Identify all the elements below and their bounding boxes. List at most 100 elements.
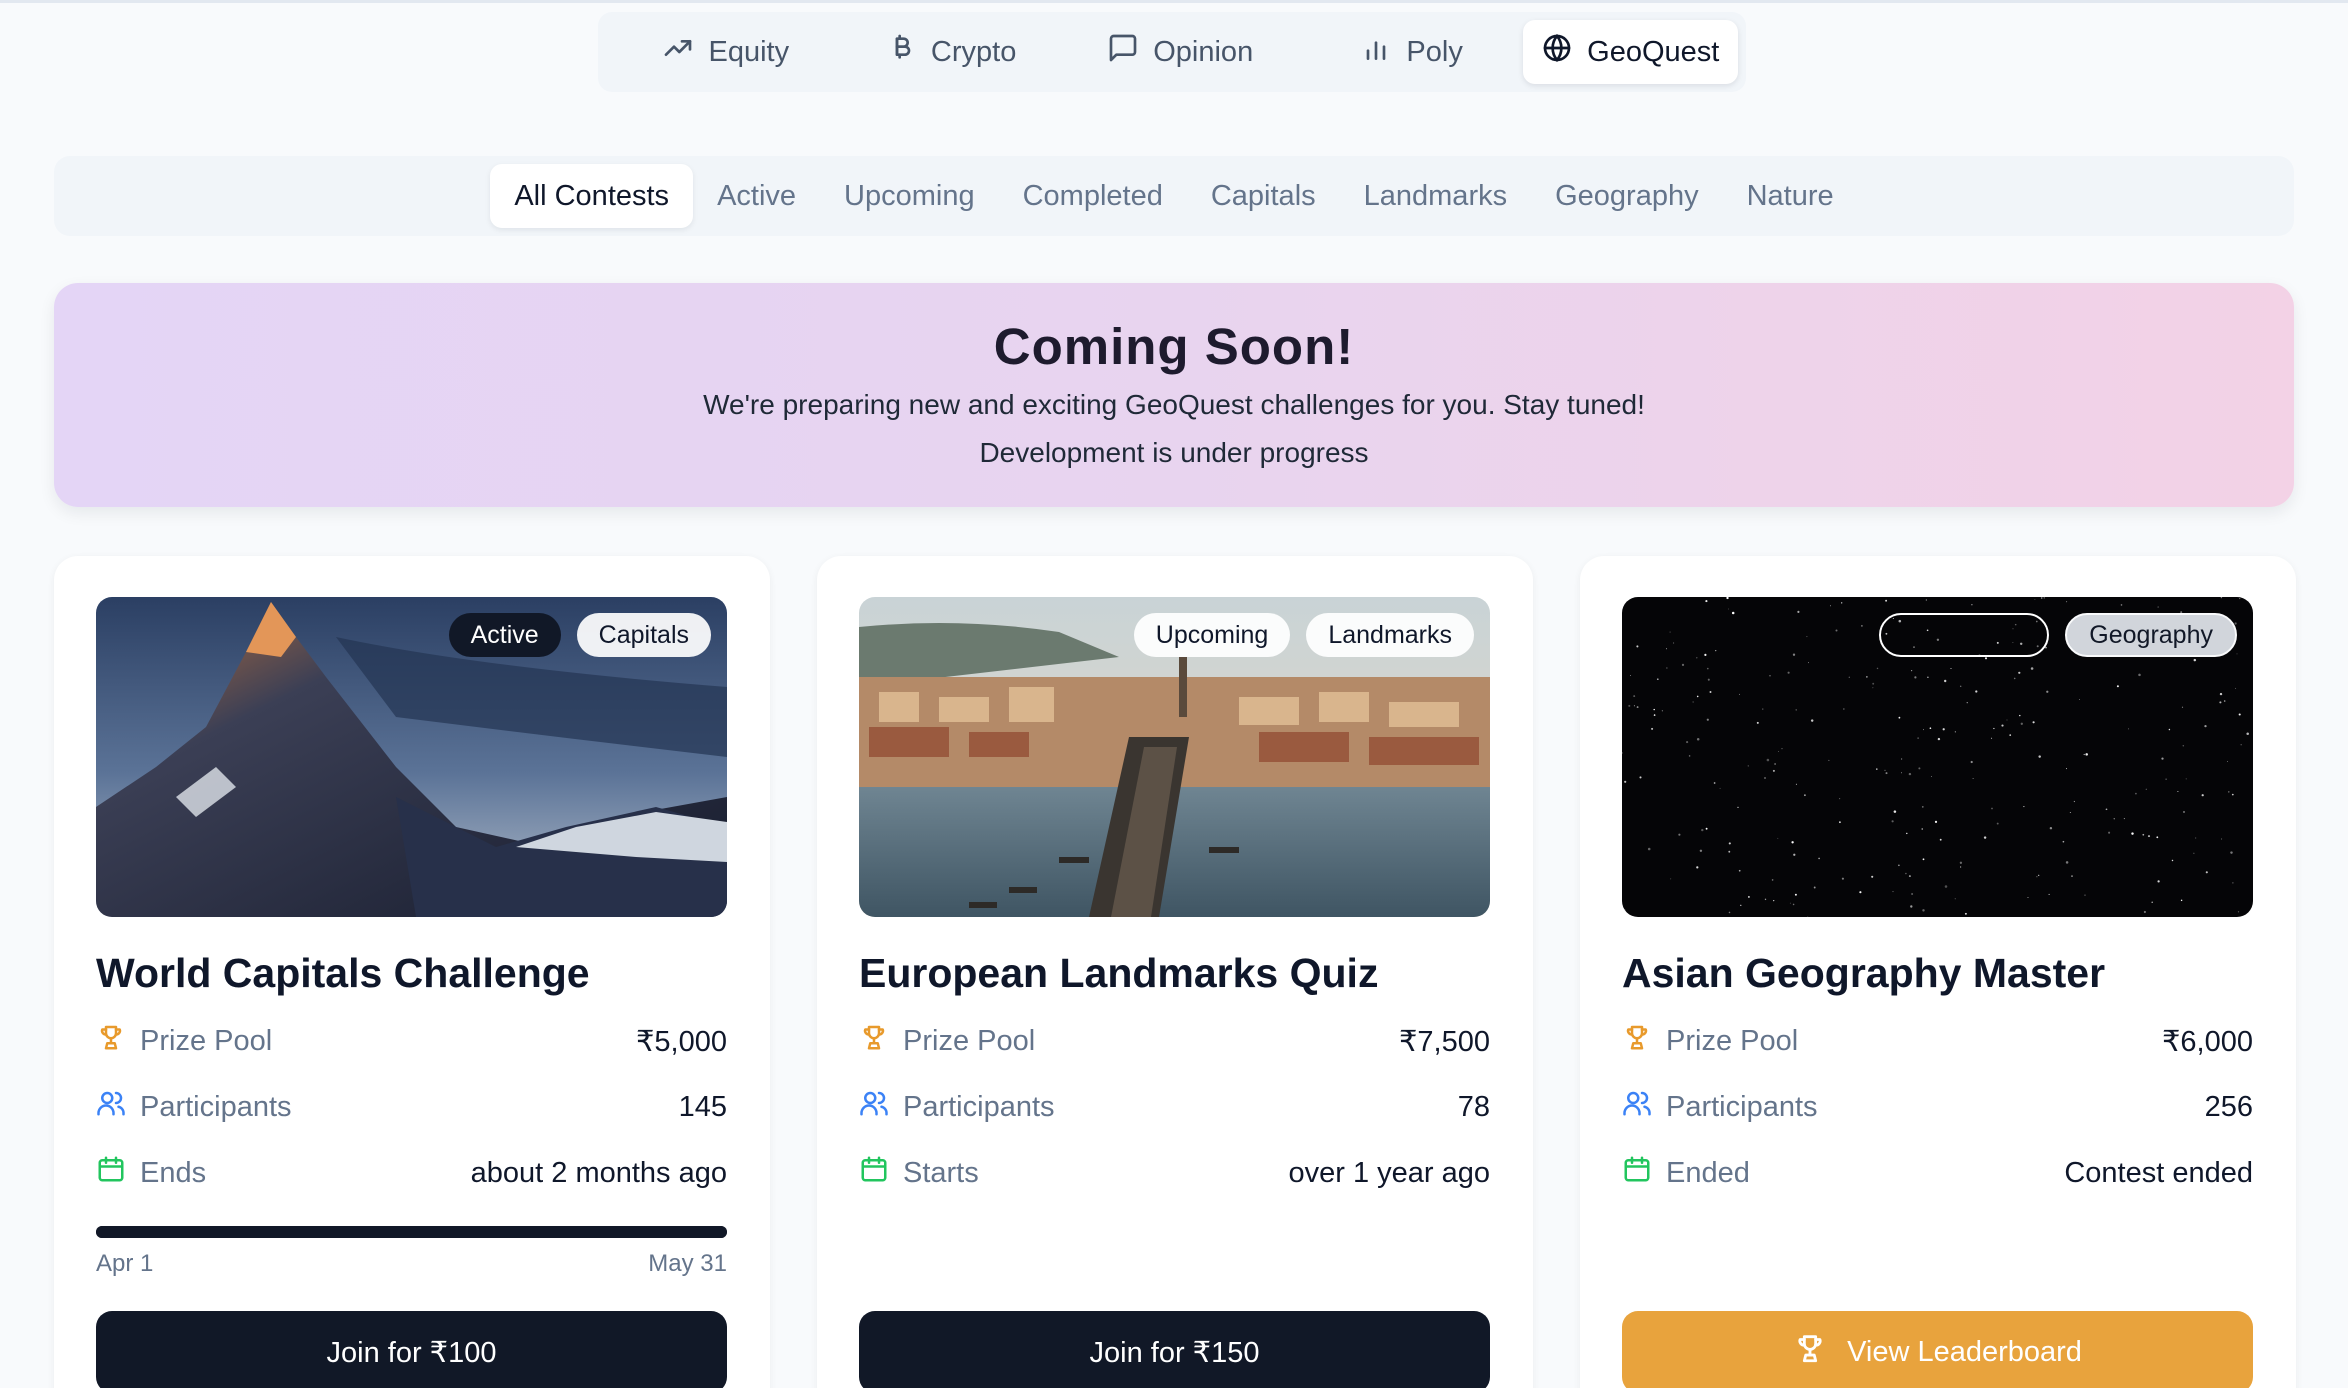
star <box>1696 737 1700 741</box>
filter-capitals[interactable]: Capitals <box>1187 164 1340 228</box>
market-tabs: Equity Crypto Opinion Poly GeoQuest <box>598 12 1746 92</box>
star <box>1706 718 1709 721</box>
star <box>2228 791 2230 793</box>
star <box>1705 600 1708 603</box>
star <box>2048 893 2050 895</box>
star <box>2006 719 2008 721</box>
star <box>2027 897 2029 898</box>
star <box>1950 668 1952 669</box>
star <box>1705 827 1708 830</box>
tab-label: GeoQuest <box>1587 35 1720 68</box>
star <box>1747 895 1750 898</box>
star <box>1738 869 1741 872</box>
filter-all-contests[interactable]: All Contests <box>490 164 694 228</box>
star <box>1727 608 1729 610</box>
star <box>1841 602 1843 604</box>
trophy-icon <box>1793 1331 1827 1373</box>
users-icon <box>1622 1088 1652 1126</box>
filter-nature[interactable]: Nature <box>1723 164 1858 228</box>
status-badge <box>1879 613 2050 657</box>
star <box>1715 649 1717 652</box>
tab-crypto[interactable]: Crypto <box>866 20 1036 84</box>
star <box>1911 893 1914 895</box>
participants-label: Participants <box>903 1090 1055 1123</box>
star <box>2180 899 2183 902</box>
star <box>2046 690 2049 693</box>
prize-pool-row: Prize Pool ₹7,500 <box>859 1021 1490 1061</box>
star <box>1639 776 1642 779</box>
star <box>1696 866 1699 869</box>
star <box>2071 875 2073 877</box>
join-contest-button[interactable]: Join for ₹150 <box>859 1311 1490 1388</box>
tab-geoquest[interactable]: GeoQuest <box>1522 20 1738 84</box>
tab-equity[interactable]: Equity <box>636 20 816 84</box>
star <box>2226 761 2228 763</box>
star <box>1828 759 1830 761</box>
star <box>1975 690 1978 693</box>
star <box>1792 653 1796 656</box>
star <box>1839 798 1841 800</box>
filter-geography[interactable]: Geography <box>1531 164 1723 228</box>
star <box>2165 778 2167 780</box>
status-badge: Upcoming <box>1133 613 1291 657</box>
star <box>1766 758 1770 762</box>
progress-end-label: May 31 <box>648 1250 727 1277</box>
filter-completed[interactable]: Completed <box>999 164 1187 228</box>
star <box>1898 864 1900 867</box>
star <box>1954 898 1956 900</box>
contest-image-city-bridge: Upcoming Landmarks <box>859 597 1490 917</box>
filter-landmarks[interactable]: Landmarks <box>1340 164 1531 228</box>
star <box>1807 916 1809 917</box>
star <box>1686 741 1689 744</box>
star <box>2168 728 2171 731</box>
star <box>2219 692 2223 696</box>
star <box>2113 818 2115 820</box>
star <box>2238 713 2241 716</box>
message-square-icon <box>1107 32 1139 72</box>
tab-poly[interactable]: Poly <box>1341 20 1483 84</box>
star <box>1918 767 1921 770</box>
category-badge: Landmarks <box>1306 613 1474 657</box>
star <box>2083 753 2085 756</box>
progress-fill <box>96 1226 727 1238</box>
star <box>1628 704 1631 707</box>
bitcoin-icon <box>885 32 917 72</box>
star <box>1901 758 1903 760</box>
star <box>2001 724 2004 727</box>
join-contest-button[interactable]: Join for ₹100 <box>96 1311 727 1388</box>
calendar-icon <box>96 1154 126 1192</box>
star <box>1876 768 1878 770</box>
contest-card[interactable]: Geography Asian Geography Master Prize P… <box>1580 556 2296 1388</box>
tab-opinion[interactable]: Opinion <box>1086 20 1275 84</box>
contest-progress-bar <box>96 1226 727 1238</box>
star <box>2043 597 2045 599</box>
star <box>2138 673 2141 677</box>
filter-upcoming[interactable]: Upcoming <box>820 164 999 228</box>
view-leaderboard-button[interactable]: View Leaderboard <box>1622 1311 2253 1388</box>
star <box>2073 800 2076 803</box>
star <box>1701 828 1704 832</box>
star <box>1983 836 1987 839</box>
star <box>2034 599 2036 600</box>
contest-card[interactable]: Upcoming Landmarks European Landmarks Qu… <box>817 556 1533 1388</box>
star <box>1653 708 1655 711</box>
top-border <box>0 0 2348 3</box>
status-badge: Active <box>448 613 561 657</box>
star <box>1959 685 1962 688</box>
contest-card[interactable]: Active Capitals World Capitals Challenge… <box>54 556 770 1388</box>
star <box>2232 882 2234 884</box>
star <box>1793 853 1796 856</box>
star <box>1872 687 1874 689</box>
contest-image-starfield: Geography <box>1622 597 2253 917</box>
bar-chart-icon <box>1360 32 1392 72</box>
star <box>2193 658 2197 662</box>
star <box>1804 794 1806 797</box>
star <box>1959 861 1963 864</box>
star <box>2185 778 2187 780</box>
star <box>1937 737 1941 741</box>
star <box>2038 874 2040 876</box>
filter-active[interactable]: Active <box>693 164 820 228</box>
coming-soon-banner: Coming Soon! We're preparing new and exc… <box>54 283 2294 507</box>
time-label: Ended <box>1666 1156 1750 1189</box>
star <box>1966 702 1968 704</box>
